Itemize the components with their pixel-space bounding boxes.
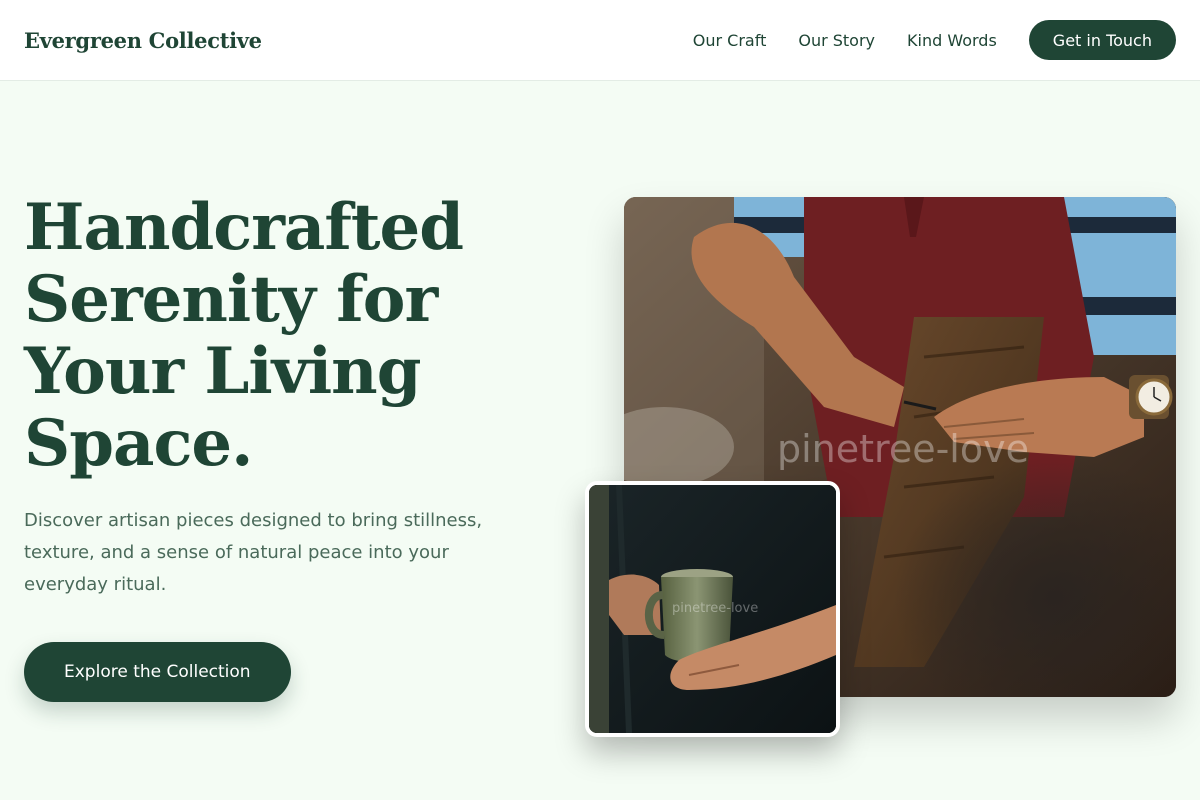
hero-title-line: Your Living <box>24 334 421 409</box>
nav-link-our-craft[interactable]: Our Craft <box>693 31 767 50</box>
mug-hands-photo: pinetree-love <box>585 481 840 737</box>
hero-title-line: Serenity for <box>24 262 438 337</box>
hero-subtitle: Discover artisan pieces designed to brin… <box>24 510 483 595</box>
get-in-touch-button[interactable]: Get in Touch <box>1028 20 1176 60</box>
hero-title-line: Space. <box>24 406 253 481</box>
logo[interactable]: Evergreen Collective <box>24 28 262 53</box>
hero-title-line: Handcrafted <box>24 190 464 265</box>
nav-link-our-story[interactable]: Our Story <box>798 31 875 50</box>
explore-collection-button[interactable]: Explore the Collection <box>24 642 291 702</box>
small-photo-watermark: pinetree-love <box>672 601 759 616</box>
main-nav: Our Craft Our Story Kind Words Get in To… <box>661 20 1176 60</box>
main-photo-watermark: pinetree-love <box>777 427 1029 471</box>
site-header: Evergreen Collective Our Craft Our Story… <box>0 0 1200 81</box>
nav-link-kind-words[interactable]: Kind Words <box>907 31 997 50</box>
hero-title: Handcrafted Serenity for Your Living Spa… <box>24 192 584 480</box>
